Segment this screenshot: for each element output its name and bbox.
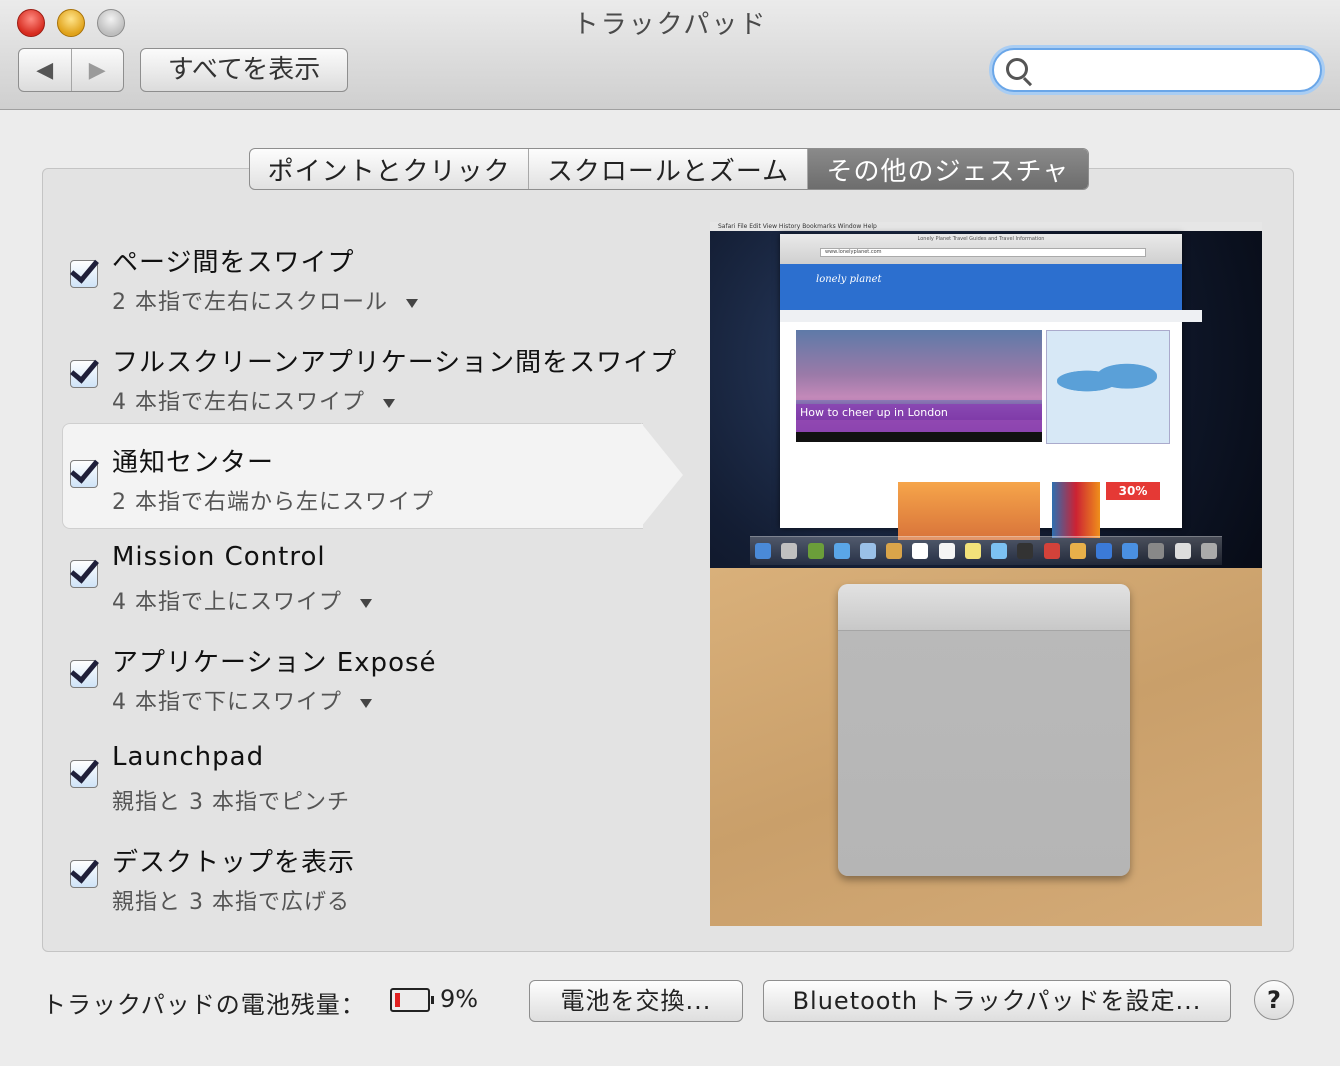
gesture-checkbox[interactable] [70, 260, 98, 288]
dropdown-arrow-icon [360, 598, 372, 608]
gesture-checkbox[interactable] [70, 760, 98, 788]
tab-more-gestures[interactable]: その他のジェスチャ [807, 149, 1088, 189]
gesture-checkbox[interactable] [70, 460, 98, 488]
gesture-desc-popup[interactable]: 4 本指で上にスワイプ [112, 584, 372, 616]
gesture-desc: 2 本指で左右にスクロール [112, 290, 388, 315]
tab-point-and-click[interactable]: ポイントとクリック [250, 149, 530, 189]
chevron-right-icon: ▶ [88, 57, 106, 83]
battery-icon [390, 988, 434, 1012]
dropdown-arrow-icon [383, 398, 395, 408]
back-button[interactable]: ◀ [19, 49, 72, 91]
gesture-app-expose[interactable]: アプリケーション Exposé 4 本指で下にスワイプ [70, 632, 660, 722]
gesture-title: アプリケーション Exposé [112, 648, 437, 678]
dropdown-arrow-icon [406, 298, 418, 308]
gesture-desc-popup[interactable]: 2 本指で左右にスクロール [112, 284, 418, 316]
gesture-swipe-between-fullscreen-apps[interactable]: フルスクリーンアプリケーション間をスワイプ 4 本指で左右にスワイプ [70, 332, 676, 422]
preview-hero-image: How to cheer up in London [796, 330, 1042, 442]
tab-scroll-and-zoom[interactable]: スクロールとズーム [529, 149, 808, 189]
dropdown-arrow-icon [360, 698, 372, 708]
gesture-checkbox[interactable] [70, 860, 98, 888]
messages-icon [991, 543, 1008, 559]
preview-browser-chrome: Lonely Planet Travel Guides and Travel I… [780, 234, 1182, 264]
help-button[interactable]: ? [1254, 980, 1294, 1020]
battery-level-label: トラックパッドの電池残量： [42, 991, 366, 1019]
toolbar: トラックパッド ◀ ▶ すべてを表示 [0, 0, 1340, 110]
gesture-checkbox[interactable] [70, 360, 98, 388]
itunes-icon [1095, 543, 1112, 559]
gesture-mission-control[interactable]: Mission Control 4 本指で上にスワイプ [70, 532, 660, 622]
gesture-desc: 親指と 3 本指でピンチ [112, 790, 350, 815]
preview-hero-strip [796, 432, 1042, 442]
gesture-title: ページ間をスワイプ [112, 248, 355, 278]
forward-button[interactable]: ▶ [72, 49, 124, 91]
mission-control-icon [807, 543, 824, 559]
trackpad-preferences-window: トラックパッド ◀ ▶ すべてを表示 ポイントとクリック スクロールとズーム そ… [0, 0, 1340, 1066]
gesture-title: Launchpad [112, 742, 265, 772]
safari-icon [833, 543, 850, 559]
gesture-launchpad[interactable]: Launchpad 親指と 3 本指でピンチ [70, 732, 660, 822]
preview-map-land [1057, 357, 1157, 405]
preview-trackpad [838, 584, 1130, 876]
gesture-title: フルスクリーンアプリケーション間をスワイプ [112, 348, 678, 378]
preview-site-header: lonely planet [780, 264, 1182, 310]
finder-icon [755, 543, 772, 559]
gesture-desc: 4 本指で上にスワイプ [112, 590, 342, 615]
downloads-icon [1174, 543, 1191, 559]
window-title: トラックパッド [572, 10, 768, 40]
replace-battery-button[interactable]: 電池を交換... [529, 980, 743, 1022]
preview-screen: Safari File Edit View History Bookmarks … [710, 222, 1262, 568]
chevron-left-icon: ◀ [36, 57, 54, 83]
gesture-checkbox[interactable] [70, 560, 98, 588]
gesture-title: Mission Control [112, 542, 326, 572]
facetime-icon [1017, 543, 1034, 559]
preview-browser-title: Lonely Planet Travel Guides and Travel I… [917, 236, 1045, 242]
search-field[interactable] [992, 48, 1322, 92]
gesture-desc: 4 本指で左右にスワイプ [112, 390, 365, 415]
calendar-icon [912, 543, 929, 559]
gesture-notification-center[interactable]: 通知センター 2 本指で右端から左にスワイプ [70, 432, 660, 522]
preview-site-nav [780, 310, 1202, 322]
preview-dock [750, 536, 1222, 565]
trash-icon [1200, 543, 1217, 559]
gesture-desc-popup[interactable]: 4 本指で下にスワイプ [112, 684, 372, 716]
notes-icon [964, 543, 981, 559]
preview-palm-image [898, 482, 1040, 540]
tab-bar: ポイントとクリック スクロールとズーム その他のジェスチャ [249, 148, 1089, 190]
preview-books-image [1052, 482, 1100, 538]
preview-menubar: Safari File Edit View History Bookmarks … [710, 222, 1262, 231]
gesture-desc-popup[interactable]: 4 本指で左右にスワイプ [112, 384, 395, 416]
system-preferences-icon [1148, 543, 1165, 559]
preview-logo: lonely planet [816, 274, 882, 285]
app-store-icon [1122, 543, 1139, 559]
search-icon [1006, 58, 1028, 80]
photo-booth-icon [1043, 543, 1060, 559]
iphoto-icon [1069, 543, 1086, 559]
gesture-checkbox[interactable] [70, 660, 98, 688]
preview-browser: Lonely Planet Travel Guides and Travel I… [780, 234, 1202, 540]
gesture-preview-video: Safari File Edit View History Bookmarks … [710, 222, 1262, 926]
preview-sale-badge: 30% [1106, 482, 1160, 500]
preview-url: www.lonelyplanet.com [820, 248, 1146, 257]
contacts-icon [886, 543, 903, 559]
preview-hero-caption: How to cheer up in London [796, 404, 1042, 434]
gesture-show-desktop[interactable]: デスクトップを表示 親指と 3 本指で広げる [70, 832, 660, 922]
gesture-swipe-between-pages[interactable]: ページ間をスワイプ 2 本指で左右にスクロール [70, 232, 660, 322]
show-all-button[interactable]: すべてを表示 [140, 48, 348, 92]
gesture-desc: 4 本指で下にスワイプ [112, 690, 342, 715]
battery-percent: 9% [440, 985, 479, 1013]
gesture-desc: 親指と 3 本指で広げる [112, 890, 350, 915]
gesture-title: デスクトップを表示 [112, 848, 356, 878]
setup-bluetooth-trackpad-button[interactable]: Bluetooth トラックパッドを設定... [763, 980, 1231, 1022]
gesture-title: 通知センター [112, 448, 275, 478]
back-forward-control: ◀ ▶ [18, 48, 124, 92]
reminders-icon [938, 543, 955, 559]
preview-world-map [1046, 330, 1170, 444]
mail-icon [859, 543, 876, 559]
gesture-desc: 2 本指で右端から左にスワイプ [112, 490, 434, 515]
launchpad-icon [781, 543, 798, 559]
